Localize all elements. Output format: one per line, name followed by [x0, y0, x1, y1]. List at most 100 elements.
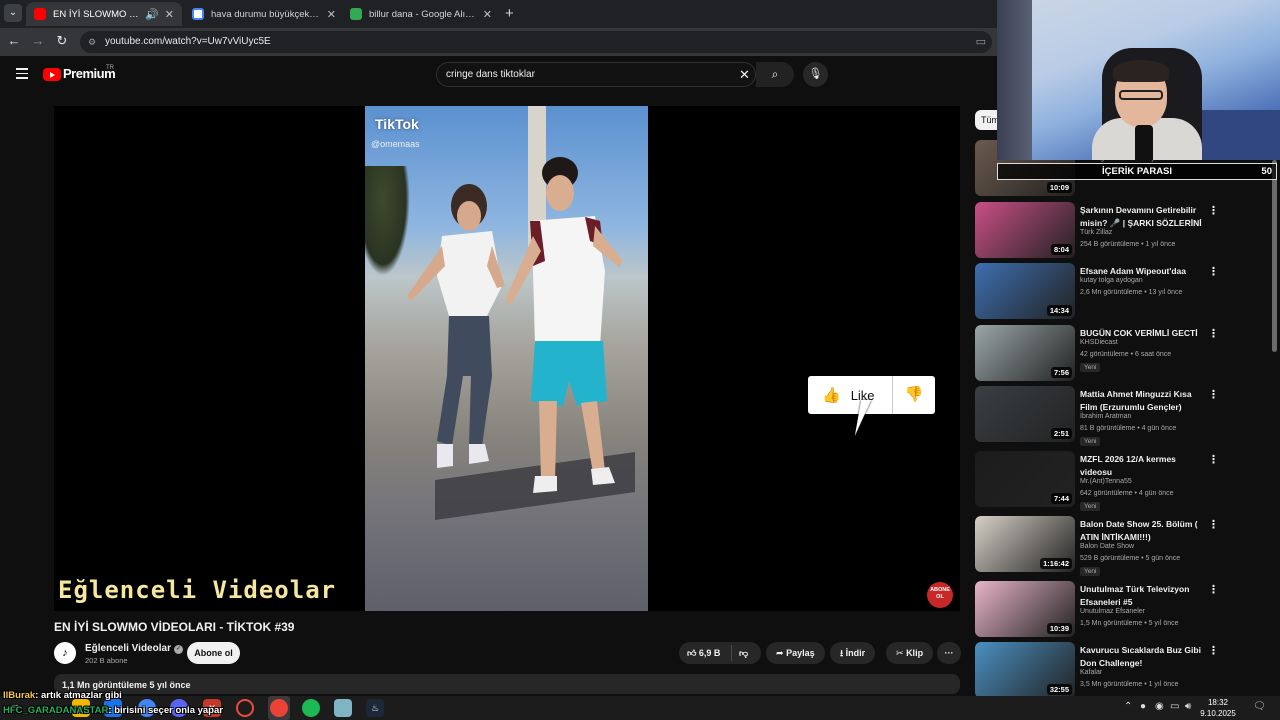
recommended-title[interactable]: Unutulmaz Türk Televizyon Efsaneleri #5 [1080, 583, 1202, 608]
recommended-title[interactable]: Efsane Adam Wipeout'daa [1080, 265, 1202, 278]
search-icon[interactable]: ⌕ [756, 62, 794, 87]
recommended-title[interactable]: BUGÜN COK VERİMLİ GECTİ [1080, 327, 1202, 340]
clear-search-icon[interactable]: ✕ [739, 63, 750, 86]
site-info-icon[interactable]: ⚙ [88, 31, 96, 53]
recommended-title[interactable]: Mattia Ahmet Minguzzi Kısa Film (Erzurum… [1080, 388, 1202, 413]
url-text: youtube.com/watch?v=Uw7vViUyc5E [105, 36, 271, 47]
subscriber-count: 202 B abone [85, 656, 128, 665]
steam-icon[interactable]: ♨ [366, 699, 384, 717]
more-vert-icon[interactable]: ⋮ [1208, 583, 1219, 596]
video-thumbnail[interactable]: 7:56 [975, 325, 1075, 381]
recommended-video[interactable]: 1:16:42 Balon Date Show 25. Bölüm ( ATIN … [975, 516, 1219, 576]
recommended-channel[interactable]: KHSDiecast [1080, 339, 1118, 346]
notepad-icon[interactable] [334, 699, 352, 717]
volume-icon[interactable]: 🔊︎ [1185, 701, 1191, 712]
more-vert-icon[interactable]: ⋮ [1208, 518, 1219, 531]
video-thumbnail[interactable]: 2:51 [975, 386, 1075, 442]
more-vert-icon[interactable]: ⋮ [1208, 327, 1219, 340]
recommended-channel[interactable]: İbrahim Aratman [1080, 413, 1131, 420]
tab-search-button[interactable]: ⌄ [4, 4, 22, 22]
video-thumbnail[interactable]: 1:16:42 [975, 516, 1075, 572]
browser-tab[interactable]: billur dana - Google Alışveriş ✕ [342, 2, 500, 26]
video-thumbnail[interactable]: 14:34 [975, 263, 1075, 319]
tab-title: EN İYİ SLOWMO VİDEOLARI [53, 8, 139, 20]
new-tab-icon[interactable]: + [505, 5, 514, 22]
more-vert-icon[interactable]: ⋮ [1208, 388, 1219, 401]
browser-toolbar: ← → ↻ ⚙ youtube.com/watch?v=Uw7vViUyc5E … [0, 28, 997, 56]
download-button[interactable]: ⭳ İndir [830, 642, 876, 664]
more-vert-icon[interactable]: ⋮ [1208, 204, 1219, 217]
reload-icon[interactable]: ↻ [53, 33, 71, 49]
browser-tab-active[interactable]: EN İYİ SLOWMO VİDEOLARI 🔊 ✕ [26, 2, 182, 26]
video-thumbnail[interactable]: 32:55 [975, 642, 1075, 698]
menu-hamburger-icon[interactable] [16, 68, 28, 82]
recommended-video[interactable]: 2:51 Mattia Ahmet Minguzzi Kısa Film (Erz… [975, 386, 1219, 446]
tab-close-icon[interactable]: ✕ [165, 8, 174, 21]
video-thumbnail[interactable]: 7:44 [975, 451, 1075, 507]
tab-audio-icon[interactable]: 🔊 [145, 8, 159, 21]
browser-tab[interactable]: hava durumu büyükçekmece - Google ✕ [184, 2, 344, 26]
channel-name-row[interactable]: Eğlenceli Videolar ✓ [85, 643, 183, 654]
recommended-channel[interactable]: Mr.(Ant)Tenna55 [1080, 478, 1132, 485]
video-title: EN İYİ SLOWMO VİDEOLARI - TİKTOK #39 [54, 620, 295, 634]
more-actions-button[interactable]: ··· [937, 642, 961, 664]
recommended-video[interactable]: 8:04 Şarkının Devamını Getirebilir misin?… [975, 202, 1219, 260]
more-vert-icon[interactable]: ⋮ [1208, 644, 1219, 657]
tray-chevron-icon[interactable]: ⌃ [1124, 701, 1132, 712]
recommended-video[interactable]: 10:39 Unutulmaz Türk Televizyon Efsaneler… [975, 581, 1219, 639]
obs-icon[interactable] [236, 699, 254, 717]
recommended-channel[interactable]: Türk Zillaz [1080, 229, 1112, 236]
recommended-title[interactable]: Şarkının Devamını Getirebilir misin? 🎤 |… [1080, 204, 1202, 229]
dancer-girl [407, 184, 505, 468]
tray-steam-icon[interactable]: ◉ [1155, 701, 1164, 712]
thumbs-down-icon[interactable]: 👎 [893, 376, 935, 414]
video-thumbnail[interactable]: 8:04 [975, 202, 1075, 258]
address-bar[interactable]: ⚙ youtube.com/watch?v=Uw7vViUyc5E ▭ [80, 31, 992, 53]
google-favicon-icon [192, 8, 204, 20]
share-button[interactable]: ➦ Paylaş [766, 642, 825, 664]
recommended-video[interactable]: 7:44 MZFL 2026 12/A kermes videosu Mr.(Ant… [975, 451, 1219, 511]
description-box[interactable]: 1,1 Mn görüntüleme 5 yıl önce [54, 674, 960, 694]
tab-close-icon[interactable]: ✕ [483, 8, 492, 21]
recommended-channel[interactable]: Balon Date Show [1080, 543, 1134, 550]
spotify-icon[interactable] [302, 699, 320, 717]
system-clock[interactable]: 18:32 9.10.2025 [1196, 697, 1240, 719]
recommended-title[interactable]: Balon Date Show 25. Bölüm ( ATIN İNTİKAM… [1080, 518, 1202, 543]
like-button[interactable]: 👍︎ 6,9 B [687, 642, 720, 664]
chat-username: IlBurak [3, 690, 36, 701]
recommended-title[interactable]: MZFL 2026 12/A kermes videosu [1080, 453, 1202, 478]
back-arrow-icon[interactable]: ← [5, 33, 23, 48]
page-scrollbar[interactable] [1272, 160, 1277, 352]
recommended-video[interactable]: 32:55 Kavurucu Sıcaklarda Buz Gibi Don Ch… [975, 642, 1219, 700]
search-input[interactable]: cringe dans tiktoklar ✕ [436, 62, 756, 87]
more-vert-icon[interactable]: ⋮ [1208, 265, 1219, 278]
voice-search-mic-icon[interactable]: 🎙 [803, 62, 828, 87]
recommended-meta: 2,6 Mn görüntüleme • 13 yıl önce [1080, 289, 1183, 296]
notification-icon[interactable]: 🗨 [1253, 701, 1266, 712]
channel-name[interactable]: Eğlenceli Videolar [85, 643, 171, 654]
network-icon[interactable]: ▭ [1170, 701, 1179, 712]
region-code: TR [106, 65, 114, 71]
recommended-title[interactable]: Kavurucu Sıcaklarda Buz Gibi Don Challen… [1080, 644, 1202, 669]
video-player[interactable]: TikTok @omemaas Eğlenceli Videolar ABONE… [54, 106, 960, 611]
cast-icon[interactable]: ▭ [976, 31, 986, 53]
subscribe-badge-icon[interactable]: ABONE OL [927, 582, 953, 608]
recommended-channel[interactable]: Kafalar [1080, 669, 1102, 676]
channel-avatar[interactable]: ♪ [54, 642, 76, 664]
video-thumbnail[interactable]: 10:39 [975, 581, 1075, 637]
popup-like-button[interactable]: 👍 Like [808, 376, 893, 414]
youtube-logo-icon[interactable] [43, 68, 61, 81]
tab-close-icon[interactable]: ✕ [327, 8, 336, 21]
more-vert-icon[interactable]: ⋮ [1208, 453, 1219, 466]
recommended-channel[interactable]: kutay tolga aydogan [1080, 277, 1143, 284]
recommended-video[interactable]: 14:34 Efsane Adam Wipeout'daa kutay tolga … [975, 263, 1219, 321]
recommended-channel[interactable]: Unutulmaz Efsaneler [1080, 608, 1145, 615]
chrome-active-icon[interactable] [270, 699, 288, 717]
dislike-button[interactable]: 👎︎ [739, 642, 748, 664]
recommended-video[interactable]: 7:56 BUGÜN COK VERİMLİ GECTİ KHSDiecast 42 … [975, 325, 1219, 383]
forward-arrow-icon[interactable]: → [29, 33, 47, 48]
recommended-meta: 81 B görüntüleme • 4 gün önce [1080, 425, 1177, 432]
clip-button[interactable]: ✂ Klip [886, 642, 934, 664]
subscribe-button[interactable]: Abone ol [187, 642, 240, 664]
tray-app-icon[interactable]: ● [1140, 701, 1146, 712]
